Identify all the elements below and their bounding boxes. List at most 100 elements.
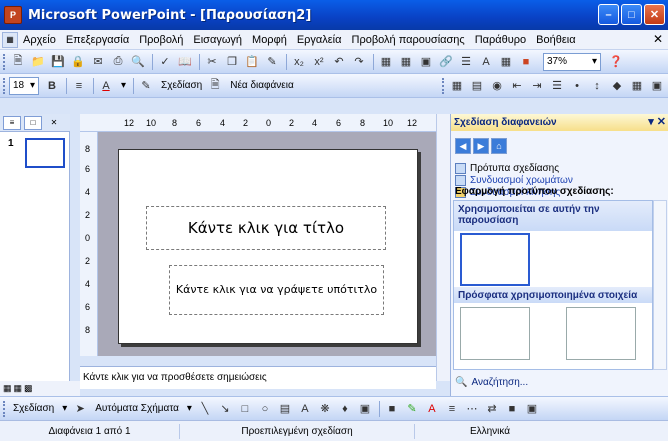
subtitle-placeholder[interactable]: Κάντε κλικ για να γράψετε υπότιτλο: [169, 265, 384, 315]
help-icon[interactable]: ❓: [607, 53, 625, 71]
paste-icon[interactable]: 📋: [243, 53, 261, 71]
oval-icon[interactable]: ○: [256, 400, 274, 418]
diagram-icon[interactable]: ❋: [316, 400, 334, 418]
design-icon[interactable]: ✎: [137, 77, 155, 95]
table-icon[interactable]: ▦: [628, 77, 646, 95]
template-thumbnail[interactable]: [460, 307, 530, 360]
link-color-schemes[interactable]: Συνδυασμοί χρωμάτων: [455, 175, 573, 186]
picture-icon[interactable]: ▣: [356, 400, 374, 418]
minimize-button[interactable]: –: [598, 4, 619, 25]
arrow-style-icon[interactable]: ⇄: [483, 400, 501, 418]
print-preview-icon[interactable]: 🔍: [129, 53, 147, 71]
copy-icon[interactable]: ❐: [223, 53, 241, 71]
menu-view[interactable]: Προβολή: [134, 34, 188, 46]
vertical-scrollbar[interactable]: [436, 114, 450, 381]
research-icon[interactable]: 📖: [176, 53, 194, 71]
select-pointer-icon[interactable]: ➤: [71, 400, 89, 418]
line-color-icon[interactable]: ✎: [403, 400, 421, 418]
tables-borders-icon[interactable]: ▣: [417, 53, 435, 71]
grid-icon[interactable]: ▦: [497, 53, 515, 71]
toolbar-grip[interactable]: [442, 77, 445, 94]
document-icon[interactable]: ▦: [2, 31, 18, 48]
outline-tab-icon[interactable]: ≡: [3, 115, 21, 130]
line-icon[interactable]: ╲: [196, 400, 214, 418]
permission-icon[interactable]: 🔒: [69, 53, 87, 71]
font-color-icon[interactable]: A: [97, 77, 115, 95]
print-icon[interactable]: ⎙: [109, 53, 127, 71]
autoshapes-button[interactable]: Αυτόματα Σχήματα: [95, 403, 179, 414]
template-thumbnail[interactable]: [566, 307, 636, 360]
subscript-icon[interactable]: x₂: [290, 53, 308, 71]
textbox-icon[interactable]: ▤: [276, 400, 294, 418]
chevron-down-icon[interactable]: ▾: [62, 403, 67, 414]
slideshow-icon[interactable]: ▩: [24, 383, 33, 394]
show-formatting-icon[interactable]: A: [477, 53, 495, 71]
task-pane-header[interactable]: Σχεδίαση διαφανειών ▾ ✕: [451, 114, 668, 131]
draw-menu-button[interactable]: Σχεδίαση: [13, 403, 54, 414]
line-style-icon[interactable]: ≡: [443, 400, 461, 418]
undo-icon[interactable]: ↶: [330, 53, 348, 71]
task-pane-scrollbar[interactable]: [653, 200, 667, 370]
menu-slideshow[interactable]: Προβολή παρουσίασης: [347, 34, 470, 46]
close-pane-icon[interactable]: ✕: [45, 116, 63, 130]
slide-layout-icon[interactable]: ▦: [448, 77, 466, 95]
menu-tools[interactable]: Εργαλεία: [292, 34, 347, 46]
email-icon[interactable]: ✉: [89, 53, 107, 71]
chevron-down-icon[interactable]: ▾: [121, 80, 126, 91]
toolbar-grip[interactable]: [3, 53, 6, 70]
clipart-icon[interactable]: ♦: [336, 400, 354, 418]
close-document-icon[interactable]: ✕: [653, 32, 663, 46]
menu-help[interactable]: Βοήθεια: [531, 34, 580, 46]
new-icon[interactable]: 🗎: [9, 53, 27, 71]
wordart-icon[interactable]: A: [296, 400, 314, 418]
notes-pane[interactable]: Κάντε κλικ για να προσθέσετε σημειώσεις: [80, 366, 436, 389]
table-icon[interactable]: ▦: [397, 53, 415, 71]
chart-icon[interactable]: ▦: [377, 53, 395, 71]
back-icon[interactable]: ◀: [455, 138, 471, 154]
insert-picture-icon[interactable]: ▣: [648, 77, 666, 95]
toolbar-grip[interactable]: [3, 77, 6, 94]
numbering-icon[interactable]: ☰: [548, 77, 566, 95]
bullets-icon[interactable]: •: [568, 77, 586, 95]
new-slide-icon[interactable]: 🗎: [206, 77, 224, 95]
font-size-select[interactable]: 18 ▾: [9, 76, 39, 95]
arrow-icon[interactable]: ↘: [216, 400, 234, 418]
save-icon[interactable]: 💾: [49, 53, 67, 71]
menu-file[interactable]: Αρχείο: [18, 34, 61, 46]
3d-icon[interactable]: ▣: [523, 400, 541, 418]
menu-insert[interactable]: Εισαγωγή: [188, 34, 247, 46]
superscript-icon[interactable]: x²: [310, 53, 328, 71]
maximize-button[interactable]: □: [621, 4, 642, 25]
title-placeholder[interactable]: Κάντε κλικ για τίτλο: [146, 206, 386, 250]
expand-icon[interactable]: ☰: [457, 53, 475, 71]
indent-icon[interactable]: ⇤: [508, 77, 526, 95]
text-box-icon[interactable]: ▤: [468, 77, 486, 95]
fill-color-icon[interactable]: ■: [383, 400, 401, 418]
open-icon[interactable]: 📁: [29, 53, 47, 71]
chevron-down-icon[interactable]: ▾: [187, 403, 192, 414]
slide-thumbnail[interactable]: [25, 138, 65, 168]
redo-icon[interactable]: ↷: [350, 53, 368, 71]
search-link[interactable]: 🔍 Αναζήτηση...: [455, 377, 528, 388]
spelling-icon[interactable]: ✓: [156, 53, 174, 71]
hyperlink-icon[interactable]: 🔗: [437, 53, 455, 71]
rectangle-icon[interactable]: □: [236, 400, 254, 418]
normal-view-icon[interactable]: ▦: [3, 383, 12, 394]
align-icon[interactable]: ≡: [70, 77, 88, 95]
autoshapes-icon[interactable]: ◆: [608, 77, 626, 95]
toolbar-grip[interactable]: [3, 400, 6, 417]
powerpoint-icon[interactable]: P: [4, 6, 22, 24]
slide[interactable]: Κάντε κλικ για τίτλο Κάντε κλικ για να γ…: [118, 149, 418, 344]
menu-window[interactable]: Παράθυρο: [470, 34, 531, 46]
zoom-select[interactable]: 37% ▾: [543, 52, 601, 71]
shadow-icon[interactable]: ■: [503, 400, 521, 418]
font-color-icon[interactable]: A: [423, 400, 441, 418]
close-button[interactable]: ✕: [644, 4, 665, 25]
design-button[interactable]: Σχεδίαση: [161, 80, 202, 91]
menu-edit[interactable]: Επεξεργασία: [61, 34, 134, 46]
cut-icon[interactable]: ✂: [203, 53, 221, 71]
forward-icon[interactable]: ▶: [473, 138, 489, 154]
new-slide-button[interactable]: Νέα διαφάνεια: [230, 80, 294, 91]
template-thumbnail[interactable]: [460, 233, 530, 286]
link-design-templates[interactable]: Πρότυπα σχεδίασης: [455, 163, 559, 174]
